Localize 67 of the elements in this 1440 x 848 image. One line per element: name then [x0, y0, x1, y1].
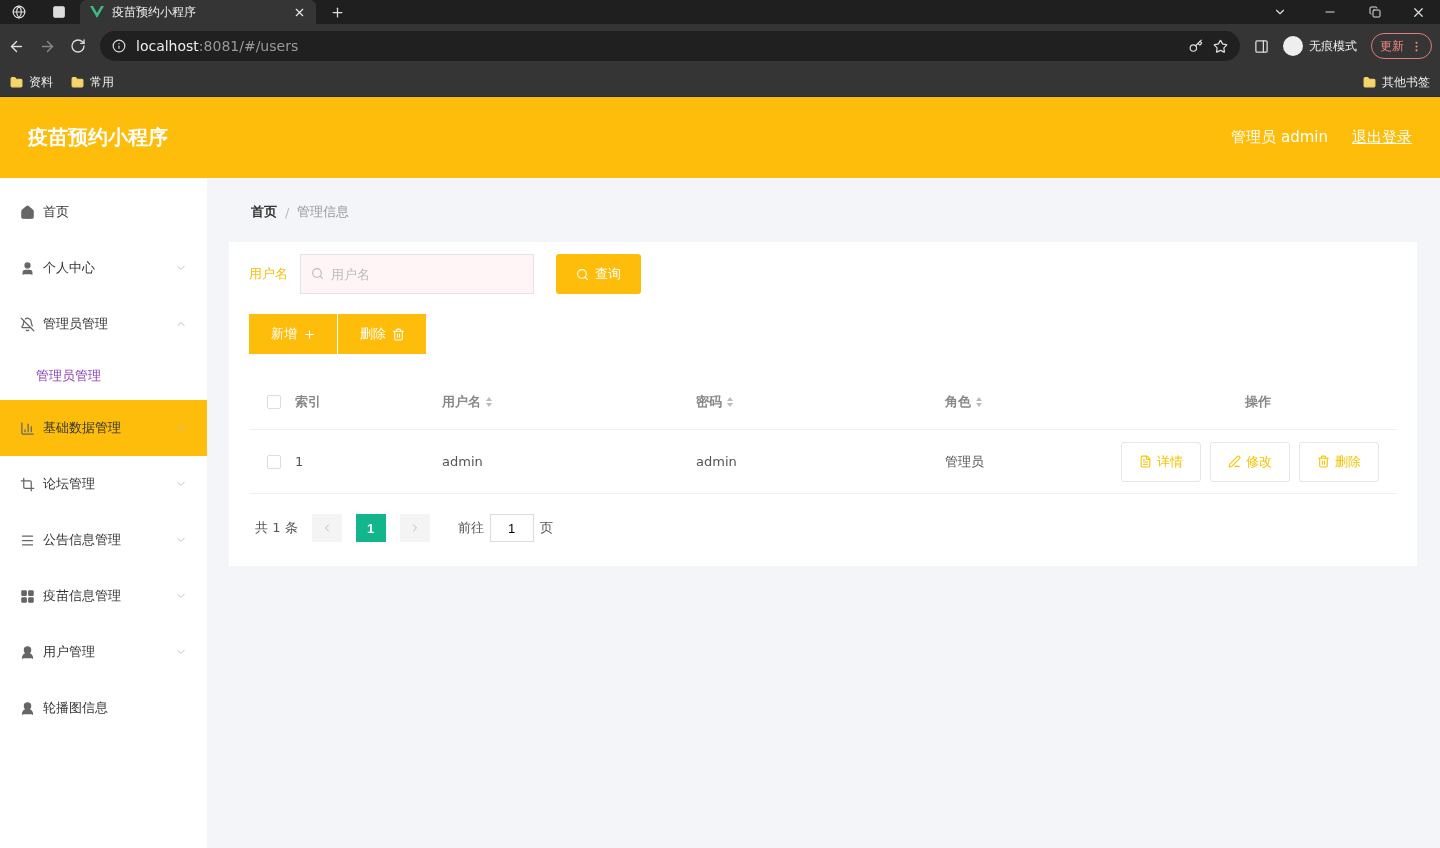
bookmark[interactable]: 资料	[10, 73, 53, 91]
submenu-item[interactable]: 管理员管理	[0, 352, 207, 400]
column-header: 索引	[295, 392, 322, 411]
user-icon	[20, 644, 35, 660]
column-header[interactable]: 密码	[696, 392, 945, 411]
browser-tab[interactable]: 疫苗预约小程序	[80, 0, 316, 24]
globe-icon[interactable]	[12, 5, 26, 19]
document-icon	[1139, 455, 1152, 468]
sidebar-item[interactable]: 首页	[0, 184, 207, 240]
side-panel-icon[interactable]	[1254, 38, 1269, 54]
tab-icon[interactable]	[52, 5, 66, 19]
user-icon	[20, 700, 35, 716]
app-title: 疫苗预约小程序	[28, 124, 169, 151]
reload-icon[interactable]	[70, 38, 86, 54]
star-icon[interactable]	[1213, 38, 1228, 54]
folder-icon	[10, 75, 23, 89]
goto-label: 前往	[457, 519, 484, 537]
page-suffix: 页	[539, 519, 553, 537]
url-text: localhost:8081/#/users	[136, 38, 300, 54]
trash-icon	[1317, 455, 1330, 468]
bar-chart-icon	[20, 420, 35, 436]
total-count: 共 1 条	[255, 519, 298, 537]
user-label: 管理员 admin	[1231, 128, 1328, 147]
sidebar-item[interactable]: 用户管理	[0, 624, 207, 680]
column-header: 操作	[1244, 392, 1272, 411]
info-icon	[112, 39, 126, 53]
row-checkbox[interactable]	[267, 454, 281, 469]
breadcrumb-item: 管理信息	[297, 203, 350, 221]
grid-icon	[20, 588, 35, 604]
column-header[interactable]: 用户名	[442, 392, 696, 411]
breadcrumb-separator: /	[285, 204, 290, 220]
crop-icon	[20, 476, 35, 492]
home-icon	[20, 204, 35, 220]
breadcrumb-item[interactable]: 首页	[251, 203, 277, 221]
profile-label: 无痕模式	[1309, 37, 1357, 55]
restore-icon[interactable]	[1369, 6, 1381, 18]
select-all-checkbox[interactable]	[267, 394, 281, 409]
search-label: 用户名	[249, 265, 288, 283]
trash-icon	[391, 327, 405, 341]
bookmark[interactable]: 常用	[71, 73, 114, 91]
sidebar-item[interactable]: 公告信息管理	[0, 512, 207, 568]
sidebar-item[interactable]: 论坛管理	[0, 456, 207, 512]
sidebar-item[interactable]: 基础数据管理	[0, 400, 207, 456]
bell-off-icon	[20, 316, 35, 332]
table-cell-text: admin	[696, 454, 738, 469]
folder-icon	[1363, 75, 1376, 89]
page-input[interactable]: 1	[489, 514, 534, 542]
folder-icon	[71, 75, 84, 89]
sidebar-item[interactable]: 个人中心	[0, 240, 207, 296]
vue-logo-icon	[90, 6, 104, 18]
sidebar-item[interactable]: 疫苗信息管理	[0, 568, 207, 624]
sidebar-item[interactable]: 管理员管理	[0, 296, 207, 352]
table-cell-text: admin	[442, 454, 484, 469]
address-bar[interactable]: localhost:8081/#/users	[100, 31, 1240, 61]
new-tab-icon[interactable]	[330, 4, 345, 20]
bookmark[interactable]: 其他书签	[1363, 73, 1430, 91]
search-icon	[576, 267, 589, 281]
key-icon[interactable]	[1189, 39, 1203, 53]
sidebar-item[interactable]: 轮播图信息	[0, 680, 207, 736]
table-cell-text: 管理员	[945, 452, 985, 471]
search-field[interactable]: 用户名	[300, 254, 534, 294]
pen-icon	[1228, 455, 1241, 468]
user-icon	[20, 260, 35, 276]
table-cell-text: 1	[295, 454, 305, 469]
menu-icon	[20, 532, 35, 548]
column-header[interactable]: 角色	[945, 392, 1119, 411]
plus-icon	[302, 327, 316, 341]
